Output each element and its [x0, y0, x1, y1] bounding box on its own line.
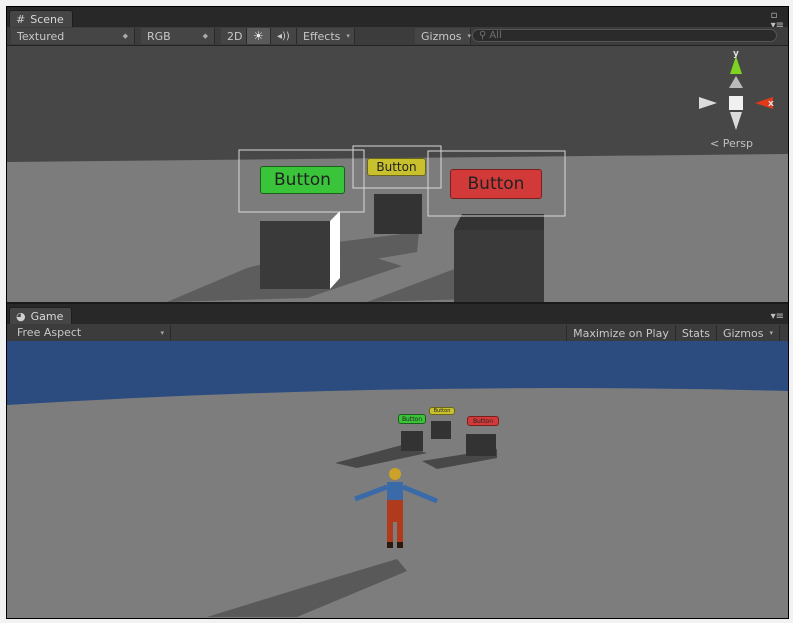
speaker-icon: ◂))	[277, 30, 290, 42]
game-cube-right	[466, 434, 496, 456]
tab-game-label: Game	[30, 310, 64, 323]
gizmo-x-label: x	[768, 99, 774, 109]
game-panel: ◕ Game ▾≡ Free Aspect ▾ Maximize on Play…	[7, 304, 788, 618]
render-mode-value: Textured	[17, 29, 65, 43]
tab-game[interactable]: ◕ Game	[9, 307, 73, 325]
chevron-down-icon: ▾	[467, 32, 472, 40]
chevron-updown-icon: ◆	[202, 32, 208, 40]
scene-gizmos-label: Gizmos	[421, 29, 462, 43]
game-cube-left	[401, 431, 423, 451]
audio-toggle[interactable]: ◂))	[271, 28, 297, 44]
game-world-button-red[interactable]: Button	[467, 416, 499, 426]
game-button-label: Button	[472, 417, 494, 425]
game-button-label: Button	[401, 415, 423, 423]
tab-scene[interactable]: # Scene	[9, 10, 73, 28]
scene-button-label: Button	[274, 170, 331, 190]
projection-label: Persp	[722, 137, 753, 150]
scene-toolbar: Textured ◆ RGB ◆ 2D ☀ ◂)) Effects ▾ Gizm…	[7, 27, 788, 46]
effects-dropdown[interactable]: Effects ▾	[297, 28, 355, 44]
chevron-updown-icon: ◆	[122, 32, 128, 40]
gizmo-y-label: y	[733, 49, 739, 59]
player-leg-right	[397, 522, 403, 542]
editor-window: # Scene ▫ ▾≡ Textured ◆ RGB ◆ 2D ☀ ◂)) E…	[6, 6, 789, 619]
scene-panel: # Scene ▫ ▾≡ Textured ◆ RGB ◆ 2D ☀ ◂)) E…	[7, 7, 788, 302]
game-viewport[interactable]: Button Button Button	[7, 341, 788, 618]
grid-icon: #	[16, 13, 26, 26]
cube-right	[454, 230, 544, 302]
projection-toggle[interactable]: < Persp	[710, 137, 753, 150]
player-waist	[387, 500, 403, 522]
tab-scene-label: Scene	[30, 13, 64, 26]
maximize-on-play-toggle[interactable]: Maximize on Play	[566, 325, 676, 341]
stats-toggle[interactable]: Stats	[675, 325, 717, 341]
scene-world-button-red[interactable]: Button	[450, 169, 542, 199]
player-leg-left	[387, 522, 393, 542]
game-tabbar: ◕ Game ▾≡	[7, 304, 788, 325]
scene-world-button-yellow[interactable]: Button	[367, 158, 426, 176]
player-torso	[387, 482, 403, 500]
panel-menu-icon[interactable]: ▾≡	[771, 312, 784, 322]
chevron-down-icon: ▾	[769, 329, 773, 337]
aspect-value: Free Aspect	[17, 326, 82, 339]
player-foot	[387, 542, 393, 548]
effects-label: Effects	[303, 29, 341, 43]
scene-world-button-green[interactable]: Button	[260, 166, 345, 194]
cube-middle	[374, 194, 422, 234]
stats-label: Stats	[681, 326, 710, 340]
maximize-label: Maximize on Play	[573, 326, 669, 340]
scene-search-input[interactable]: ⚲ All	[472, 29, 777, 42]
scene-gizmos-dropdown[interactable]: Gizmos ▾	[415, 28, 471, 44]
scene-button-label: Button	[467, 174, 525, 194]
cube-left	[260, 221, 330, 289]
game-toolbar: Free Aspect ▾ Maximize on Play Stats Giz…	[7, 324, 788, 342]
game-toolbar-right: Maximize on Play Stats Gizmos ▾	[566, 325, 780, 341]
sun-icon: ☀	[253, 29, 264, 43]
scene-viewport[interactable]: y x < Persp Button Button Button	[7, 46, 788, 302]
lighting-toggle[interactable]: ☀	[247, 28, 271, 44]
aspect-dropdown[interactable]: Free Aspect ▾	[11, 324, 171, 341]
toggle-2d-button[interactable]: 2D	[221, 28, 247, 44]
game-cube-middle	[431, 421, 451, 439]
cube-left-side	[330, 211, 340, 289]
toggle-2d-label: 2D	[227, 29, 243, 43]
chevron-down-icon: ▾	[346, 32, 350, 40]
game-world-button-yellow[interactable]: Button	[429, 407, 455, 415]
search-icon: ⚲	[479, 30, 487, 41]
game-canvas	[7, 341, 788, 618]
arrow-left-icon: <	[710, 137, 720, 150]
game-gizmos-label: Gizmos	[722, 326, 764, 340]
color-mode-dropdown[interactable]: RGB ◆	[141, 28, 215, 44]
search-placeholder: All	[489, 30, 502, 41]
gizmo-center	[729, 96, 743, 110]
game-gizmos-dropdown[interactable]: Gizmos ▾	[716, 325, 780, 341]
player-head	[389, 468, 401, 480]
game-button-label: Button	[433, 408, 451, 414]
render-mode-dropdown[interactable]: Textured ◆	[11, 28, 135, 44]
pacman-icon: ◕	[16, 310, 26, 323]
chevron-down-icon: ▾	[160, 328, 164, 337]
game-world-button-green[interactable]: Button	[398, 414, 426, 424]
color-mode-value: RGB	[147, 29, 171, 43]
player-foot	[397, 542, 403, 548]
scene-tabbar: # Scene ▫ ▾≡	[7, 7, 788, 31]
scene-button-label: Button	[376, 160, 417, 174]
